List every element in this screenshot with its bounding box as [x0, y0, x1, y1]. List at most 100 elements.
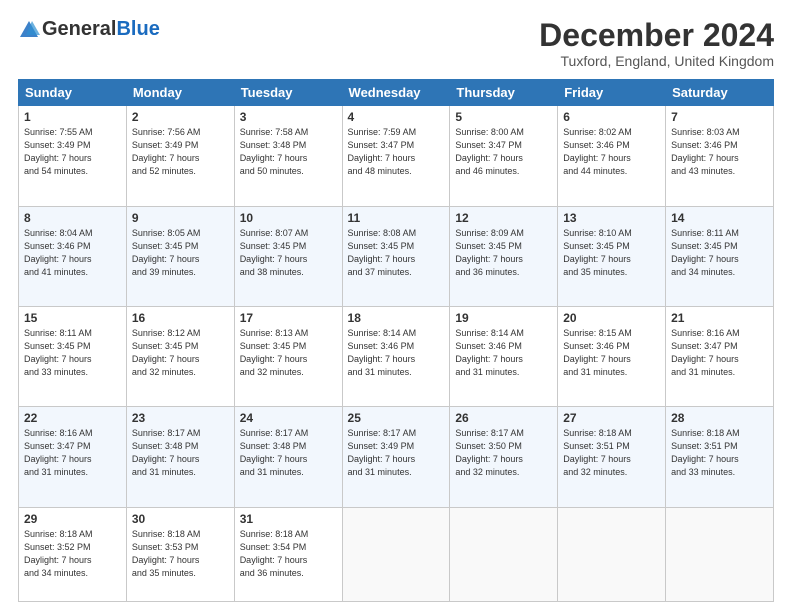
day-info: Sunrise: 8:12 AMSunset: 3:45 PMDaylight:… — [132, 328, 201, 377]
table-row: 16 Sunrise: 8:12 AMSunset: 3:45 PMDaylig… — [126, 306, 234, 406]
col-friday: Friday — [558, 80, 666, 106]
col-thursday: Thursday — [450, 80, 558, 106]
day-info: Sunrise: 8:04 AMSunset: 3:46 PMDaylight:… — [24, 228, 93, 277]
table-row: 20 Sunrise: 8:15 AMSunset: 3:46 PMDaylig… — [558, 306, 666, 406]
day-info: Sunrise: 8:02 AMSunset: 3:46 PMDaylight:… — [563, 127, 632, 176]
day-info: Sunrise: 7:58 AMSunset: 3:48 PMDaylight:… — [240, 127, 309, 176]
day-info: Sunrise: 8:14 AMSunset: 3:46 PMDaylight:… — [455, 328, 524, 377]
day-info: Sunrise: 8:18 AMSunset: 3:54 PMDaylight:… — [240, 529, 309, 578]
day-number: 28 — [671, 411, 768, 425]
day-info: Sunrise: 8:11 AMSunset: 3:45 PMDaylight:… — [671, 228, 739, 277]
day-info: Sunrise: 7:56 AMSunset: 3:49 PMDaylight:… — [132, 127, 201, 176]
location-subtitle: Tuxford, England, United Kingdom — [539, 53, 774, 69]
day-number: 7 — [671, 110, 768, 124]
table-row: 25 Sunrise: 8:17 AMSunset: 3:49 PMDaylig… — [342, 407, 450, 507]
table-row: 27 Sunrise: 8:18 AMSunset: 3:51 PMDaylig… — [558, 407, 666, 507]
day-info: Sunrise: 8:10 AMSunset: 3:45 PMDaylight:… — [563, 228, 632, 277]
col-saturday: Saturday — [666, 80, 774, 106]
day-info: Sunrise: 7:59 AMSunset: 3:47 PMDaylight:… — [348, 127, 417, 176]
day-number: 30 — [132, 512, 229, 526]
day-number: 10 — [240, 211, 337, 225]
table-row: 21 Sunrise: 8:16 AMSunset: 3:47 PMDaylig… — [666, 306, 774, 406]
day-number: 27 — [563, 411, 660, 425]
table-row — [342, 507, 450, 602]
day-number: 17 — [240, 311, 337, 325]
day-info: Sunrise: 8:00 AMSunset: 3:47 PMDaylight:… — [455, 127, 524, 176]
table-row: 8 Sunrise: 8:04 AMSunset: 3:46 PMDayligh… — [19, 206, 127, 306]
table-row: 24 Sunrise: 8:17 AMSunset: 3:48 PMDaylig… — [234, 407, 342, 507]
table-row: 31 Sunrise: 8:18 AMSunset: 3:54 PMDaylig… — [234, 507, 342, 602]
col-wednesday: Wednesday — [342, 80, 450, 106]
day-number: 1 — [24, 110, 121, 124]
day-number: 4 — [348, 110, 445, 124]
day-info: Sunrise: 8:15 AMSunset: 3:46 PMDaylight:… — [563, 328, 632, 377]
col-sunday: Sunday — [19, 80, 127, 106]
day-number: 3 — [240, 110, 337, 124]
day-info: Sunrise: 8:05 AMSunset: 3:45 PMDaylight:… — [132, 228, 201, 277]
day-info: Sunrise: 8:13 AMSunset: 3:45 PMDaylight:… — [240, 328, 309, 377]
day-info: Sunrise: 8:14 AMSunset: 3:46 PMDaylight:… — [348, 328, 417, 377]
day-info: Sunrise: 8:17 AMSunset: 3:48 PMDaylight:… — [240, 428, 309, 477]
table-row: 1 Sunrise: 7:55 AMSunset: 3:49 PMDayligh… — [19, 106, 127, 206]
table-row: 3 Sunrise: 7:58 AMSunset: 3:48 PMDayligh… — [234, 106, 342, 206]
day-number: 16 — [132, 311, 229, 325]
day-number: 25 — [348, 411, 445, 425]
day-info: Sunrise: 8:16 AMSunset: 3:47 PMDaylight:… — [24, 428, 93, 477]
day-number: 11 — [348, 211, 445, 225]
day-info: Sunrise: 8:11 AMSunset: 3:45 PMDaylight:… — [24, 328, 92, 377]
calendar-table: Sunday Monday Tuesday Wednesday Thursday… — [18, 79, 774, 602]
day-number: 26 — [455, 411, 552, 425]
table-row: 10 Sunrise: 8:07 AMSunset: 3:45 PMDaylig… — [234, 206, 342, 306]
day-number: 8 — [24, 211, 121, 225]
table-row: 4 Sunrise: 7:59 AMSunset: 3:47 PMDayligh… — [342, 106, 450, 206]
day-info: Sunrise: 8:18 AMSunset: 3:53 PMDaylight:… — [132, 529, 201, 578]
table-row: 13 Sunrise: 8:10 AMSunset: 3:45 PMDaylig… — [558, 206, 666, 306]
table-row: 15 Sunrise: 8:11 AMSunset: 3:45 PMDaylig… — [19, 306, 127, 406]
day-number: 2 — [132, 110, 229, 124]
table-row — [450, 507, 558, 602]
day-info: Sunrise: 8:09 AMSunset: 3:45 PMDaylight:… — [455, 228, 524, 277]
day-info: Sunrise: 7:55 AMSunset: 3:49 PMDaylight:… — [24, 127, 93, 176]
col-tuesday: Tuesday — [234, 80, 342, 106]
table-row: 19 Sunrise: 8:14 AMSunset: 3:46 PMDaylig… — [450, 306, 558, 406]
page: GeneralBlue December 2024 Tuxford, Engla… — [0, 0, 792, 612]
day-info: Sunrise: 8:17 AMSunset: 3:50 PMDaylight:… — [455, 428, 524, 477]
table-row: 6 Sunrise: 8:02 AMSunset: 3:46 PMDayligh… — [558, 106, 666, 206]
day-number: 5 — [455, 110, 552, 124]
day-info: Sunrise: 8:18 AMSunset: 3:51 PMDaylight:… — [563, 428, 632, 477]
table-row: 7 Sunrise: 8:03 AMSunset: 3:46 PMDayligh… — [666, 106, 774, 206]
table-row: 29 Sunrise: 8:18 AMSunset: 3:52 PMDaylig… — [19, 507, 127, 602]
day-info: Sunrise: 8:18 AMSunset: 3:51 PMDaylight:… — [671, 428, 740, 477]
day-info: Sunrise: 8:03 AMSunset: 3:46 PMDaylight:… — [671, 127, 740, 176]
table-row: 2 Sunrise: 7:56 AMSunset: 3:49 PMDayligh… — [126, 106, 234, 206]
table-row: 30 Sunrise: 8:18 AMSunset: 3:53 PMDaylig… — [126, 507, 234, 602]
table-row: 11 Sunrise: 8:08 AMSunset: 3:45 PMDaylig… — [342, 206, 450, 306]
table-row — [666, 507, 774, 602]
day-number: 24 — [240, 411, 337, 425]
day-number: 19 — [455, 311, 552, 325]
day-info: Sunrise: 8:18 AMSunset: 3:52 PMDaylight:… — [24, 529, 93, 578]
day-number: 14 — [671, 211, 768, 225]
logo-blue-text: Blue — [116, 18, 159, 41]
table-row: 14 Sunrise: 8:11 AMSunset: 3:45 PMDaylig… — [666, 206, 774, 306]
table-row: 28 Sunrise: 8:18 AMSunset: 3:51 PMDaylig… — [666, 407, 774, 507]
logo-icon — [18, 19, 40, 41]
title-block: December 2024 Tuxford, England, United K… — [539, 18, 774, 69]
day-number: 22 — [24, 411, 121, 425]
table-row: 26 Sunrise: 8:17 AMSunset: 3:50 PMDaylig… — [450, 407, 558, 507]
day-number: 18 — [348, 311, 445, 325]
day-number: 29 — [24, 512, 121, 526]
table-row: 17 Sunrise: 8:13 AMSunset: 3:45 PMDaylig… — [234, 306, 342, 406]
day-info: Sunrise: 8:16 AMSunset: 3:47 PMDaylight:… — [671, 328, 740, 377]
day-info: Sunrise: 8:08 AMSunset: 3:45 PMDaylight:… — [348, 228, 417, 277]
day-number: 20 — [563, 311, 660, 325]
day-number: 23 — [132, 411, 229, 425]
day-number: 9 — [132, 211, 229, 225]
col-monday: Monday — [126, 80, 234, 106]
header: GeneralBlue December 2024 Tuxford, Engla… — [18, 18, 774, 69]
day-info: Sunrise: 8:07 AMSunset: 3:45 PMDaylight:… — [240, 228, 309, 277]
day-number: 31 — [240, 512, 337, 526]
day-info: Sunrise: 8:17 AMSunset: 3:49 PMDaylight:… — [348, 428, 417, 477]
table-row — [558, 507, 666, 602]
table-row: 22 Sunrise: 8:16 AMSunset: 3:47 PMDaylig… — [19, 407, 127, 507]
